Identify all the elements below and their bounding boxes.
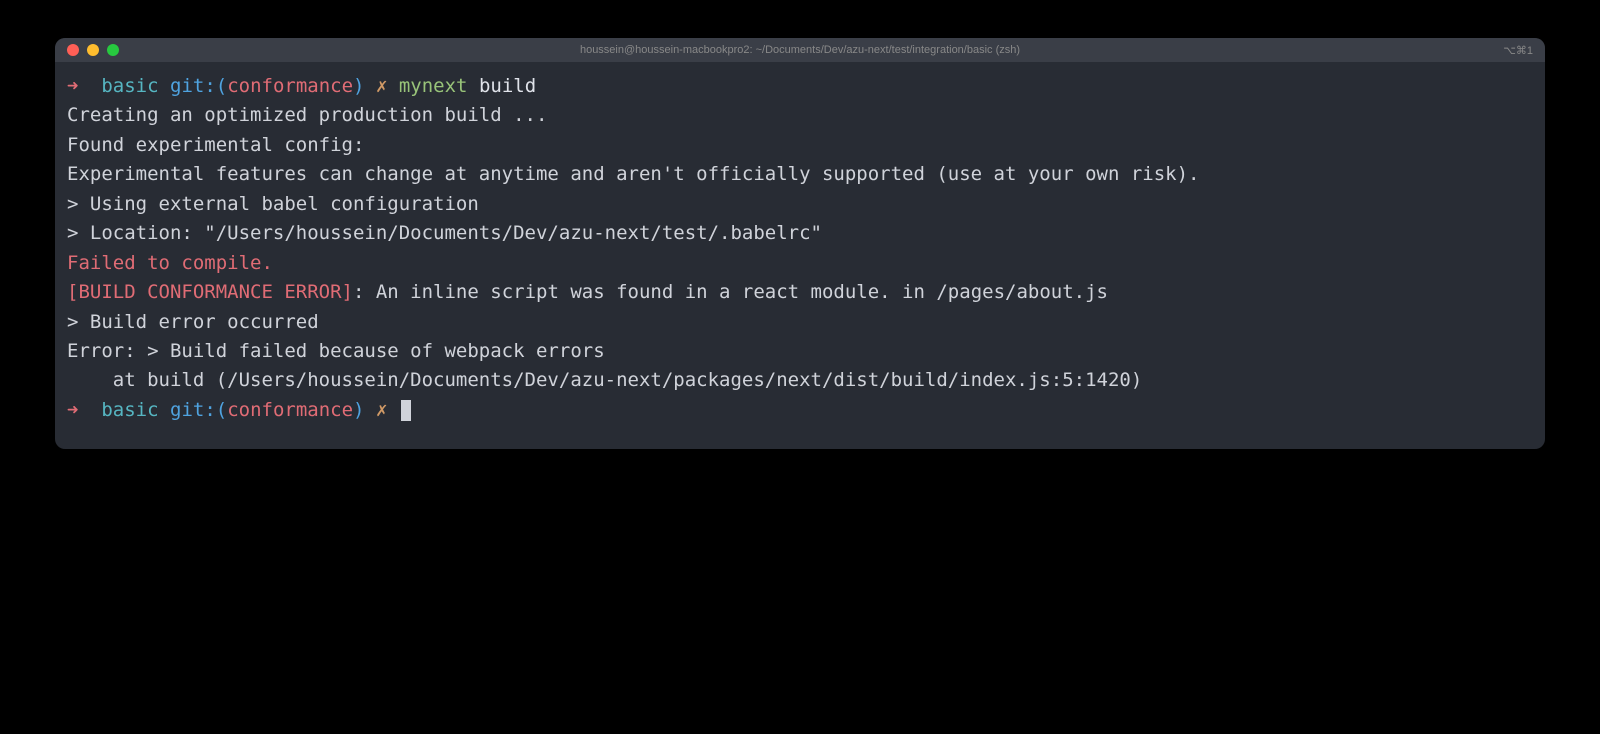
tab-indicator: ⌥⌘1 (1503, 44, 1533, 57)
prompt-git-label: git:( (170, 75, 227, 97)
output-conformance-error: [BUILD CONFORMANCE ERROR]: An inline scr… (67, 278, 1533, 307)
output-failed-compile: Failed to compile. (67, 249, 1533, 278)
terminal-body[interactable]: ➜ basic git:(conformance) ✗ mynext build… (55, 62, 1545, 449)
prompt-git-label: git:( (170, 399, 227, 421)
prompt-git-branch: conformance (227, 399, 353, 421)
prompt-dirty-icon: ✗ (376, 75, 387, 97)
command-arg: build (479, 75, 536, 97)
close-icon[interactable] (67, 44, 79, 56)
prompt-line-2: ➜ basic git:(conformance) ✗ (67, 396, 1533, 425)
prompt-git-close: ) (353, 75, 364, 97)
prompt-dir: basic (101, 75, 158, 97)
minimize-icon[interactable] (87, 44, 99, 56)
maximize-icon[interactable] (107, 44, 119, 56)
output-found-config: Found experimental config: (67, 131, 1533, 160)
prompt-line-1: ➜ basic git:(conformance) ✗ mynext build (67, 72, 1533, 101)
title-bar: houssein@houssein-macbookpro2: ~/Documen… (55, 38, 1545, 62)
conformance-error-msg: : An inline script was found in a react … (353, 281, 1108, 303)
window-title: houssein@houssein-macbookpro2: ~/Documen… (580, 44, 1020, 56)
output-build-failed: Error: > Build failed because of webpack… (67, 337, 1533, 366)
terminal-window: houssein@houssein-macbookpro2: ~/Documen… (55, 38, 1545, 449)
output-babel-config: > Using external babel configuration (67, 190, 1533, 219)
conformance-error-label: [BUILD CONFORMANCE ERROR] (67, 281, 353, 303)
prompt-arrow-icon: ➜ (67, 399, 78, 421)
prompt-dirty-icon: ✗ (376, 399, 387, 421)
prompt-arrow-icon: ➜ (67, 75, 78, 97)
output-babel-location: > Location: "/Users/houssein/Documents/D… (67, 219, 1533, 248)
prompt-git-close: ) (353, 399, 364, 421)
prompt-git-branch: conformance (227, 75, 353, 97)
output-creating: Creating an optimized production build .… (67, 101, 1533, 130)
output-build-error-occurred: > Build error occurred (67, 308, 1533, 337)
command-name: mynext (399, 75, 468, 97)
cursor-icon (401, 400, 411, 421)
traffic-lights (67, 44, 119, 56)
output-stack-trace: at build (/Users/houssein/Documents/Dev/… (67, 366, 1533, 395)
output-experimental-warning: Experimental features can change at anyt… (67, 160, 1533, 189)
prompt-dir: basic (101, 399, 158, 421)
